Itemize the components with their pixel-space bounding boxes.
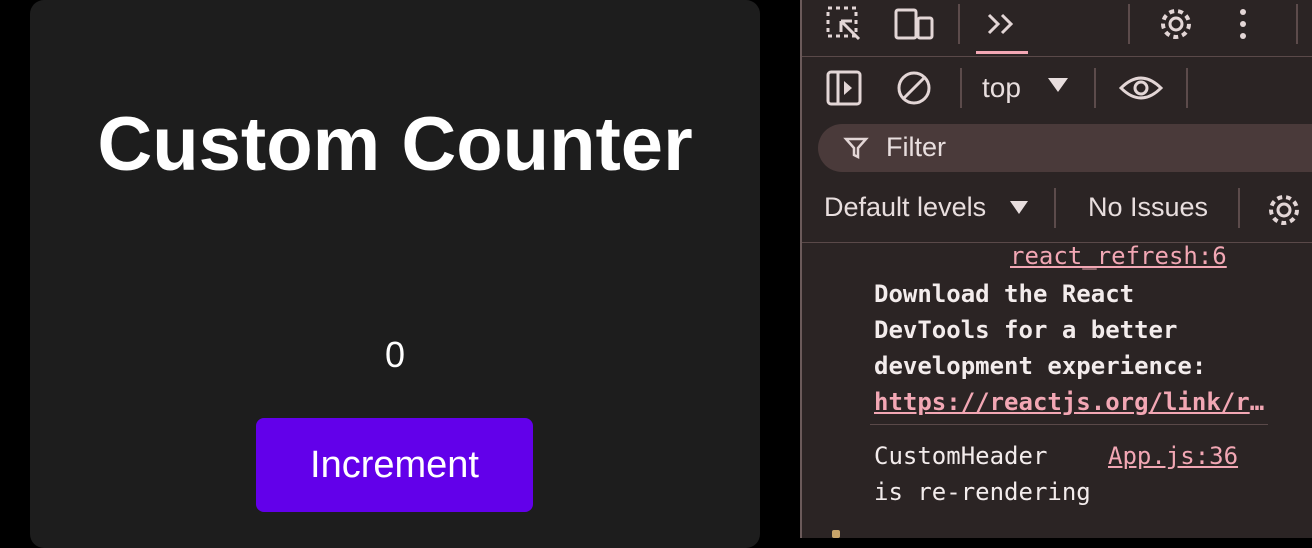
active-tab-indicator (976, 51, 1028, 54)
counter-value: 0 (384, 334, 406, 375)
console-message: Download the React DevTools for a better… (874, 276, 1304, 420)
more-tabs-icon (982, 4, 1022, 44)
message-divider (870, 424, 1268, 425)
toolbar-divider (1186, 68, 1188, 108)
more-tabs-button[interactable] (976, 0, 1028, 56)
message-line: DevTools for a better (874, 316, 1178, 344)
toolbar-divider (958, 4, 960, 44)
device-toolbar-icon[interactable] (890, 2, 938, 46)
chevron-down-icon[interactable] (1048, 78, 1068, 92)
page-title: Custom Counter (97, 102, 693, 187)
filter-icon (840, 132, 872, 164)
source-link[interactable]: react_refresh:6 (1010, 242, 1227, 270)
toolbar-divider (1128, 4, 1130, 44)
clear-console-icon[interactable] (892, 66, 936, 110)
devtools-main-toolbar (802, 0, 1312, 57)
toolbar-divider (960, 68, 962, 108)
console-message-text: CustomHeader (874, 442, 1048, 470)
settings-gear-icon[interactable] (1154, 2, 1198, 46)
inspect-element-icon[interactable] (822, 2, 866, 46)
kebab-menu-icon[interactable] (1228, 2, 1258, 46)
app-pane: Custom Counter 0 Increment (0, 0, 800, 548)
console-prompt-caret (832, 530, 840, 538)
console-message-text: is re-rendering (874, 478, 1091, 506)
increment-button[interactable]: Increment (256, 418, 533, 512)
toolbar-divider (1296, 4, 1298, 44)
levels-toolbar (802, 180, 1312, 243)
toolbar-divider (1094, 68, 1096, 108)
sidebar-toggle-icon[interactable] (822, 66, 866, 110)
devtools-panel: top Filter Default levels No Issues reac… (800, 0, 1312, 538)
message-line: Download the React (874, 280, 1135, 308)
source-link[interactable]: App.js:36 (1108, 440, 1238, 472)
filter-placeholder: Filter (886, 132, 946, 162)
live-expression-eye-icon[interactable] (1116, 66, 1166, 110)
message-line: development experience: (874, 352, 1207, 380)
context-selector[interactable]: top (982, 72, 1021, 104)
devtools-url-link[interactable]: https://reactjs.org/link/react-devtools (874, 384, 1272, 420)
